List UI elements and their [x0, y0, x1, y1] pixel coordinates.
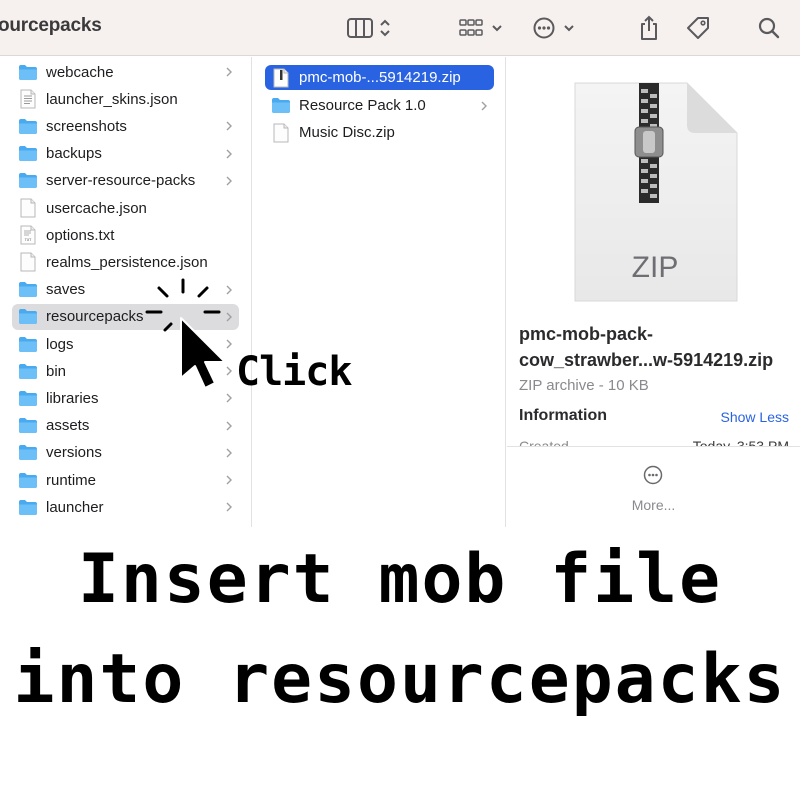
folder-icon [18, 497, 38, 517]
chevron-right-icon [225, 119, 233, 133]
sidebar-item-label: webcache [46, 63, 114, 81]
caption-line-2: into resourcepacks [13, 640, 787, 719]
content-item-pmc-mob-5914219-zip[interactable]: pmc-mob-...5914219.zip [265, 65, 494, 90]
svg-text:TXT: TXT [24, 238, 32, 242]
tag-icon [687, 17, 709, 39]
chevron-right-icon [225, 174, 233, 188]
more-button-label[interactable]: More... [507, 497, 800, 513]
preview-file-name-line2: cow_strawber...w-5914219.zip [519, 350, 774, 370]
zip-file-icon [271, 68, 291, 88]
folder-icon [18, 307, 38, 327]
preview-divider [507, 446, 800, 447]
sidebar-item-label: bin [46, 362, 67, 380]
folder-icon [271, 95, 291, 115]
preview-pane: ZIP pmc-mob-pack- cow_strawber...w-59142… [507, 57, 800, 527]
document-icon [18, 89, 38, 109]
folder-icon [18, 280, 38, 300]
document-icon [18, 252, 38, 272]
sidebar-item-label: screenshots [46, 117, 127, 135]
created-label: Created [519, 438, 569, 446]
sidebar-item-label: libraries [46, 389, 99, 407]
sidebar-item-label: realms_persistence.json [46, 253, 208, 271]
sidebar-item-server-resource-packs[interactable]: server-resource-packs [12, 168, 239, 194]
share-button[interactable] [634, 8, 664, 48]
sidebar-item-label: launcher [46, 498, 104, 516]
folder-icon [18, 470, 38, 490]
zip-file-icon: ZIP [574, 82, 738, 302]
window-title: ourcepacks [0, 15, 102, 36]
sidebar-item-label: versions [46, 444, 102, 462]
sidebar-item-runtime[interactable]: runtime [12, 467, 239, 493]
sidebar-item-label: launcher_skins.json [46, 90, 178, 108]
chevron-right-icon [225, 446, 233, 460]
content-column: pmc-mob-...5914219.zip Resource Pack 1.0 M… [253, 57, 506, 527]
chevron-right-icon [225, 65, 233, 79]
tag-button[interactable] [682, 8, 714, 48]
share-icon [641, 15, 657, 40]
sidebar-item-label: usercache.json [46, 199, 147, 217]
folder-icon [18, 62, 38, 82]
group-grid-icon [459, 19, 502, 36]
sidebar-item-backups[interactable]: backups [12, 141, 239, 167]
sidebar-item-label: saves [46, 281, 86, 299]
sidebar-item-label: server-resource-packs [46, 172, 196, 190]
information-heading: Information [519, 407, 607, 424]
caption-line-1: Insert mob file [77, 540, 723, 619]
click-label: Click [236, 349, 352, 395]
folder-icon [18, 361, 38, 381]
content-item-music-disc-zip[interactable]: Music Disc.zip [265, 120, 494, 145]
show-less-link[interactable]: Show Less [721, 409, 789, 425]
sidebar-item-versions[interactable]: versions [12, 440, 239, 466]
group-view-button[interactable] [456, 8, 506, 48]
chevron-right-icon [225, 473, 233, 487]
sidebar-item-label: options.txt [46, 226, 115, 244]
column-view-icon [347, 18, 390, 38]
folder-icon [18, 388, 38, 408]
document-icon [18, 198, 38, 218]
preview-file-name-line1: pmc-mob-pack- [519, 324, 654, 344]
search-icon [758, 17, 780, 39]
sidebar-item-screenshots[interactable]: screenshots [12, 113, 239, 139]
folder-icon [18, 443, 38, 463]
sidebar-item-label: backups [46, 145, 102, 163]
search-button[interactable] [754, 8, 784, 48]
sidebar-item-usercache-json[interactable]: usercache.json [12, 195, 239, 221]
folder-icon [18, 334, 38, 354]
sidebar-item-webcache[interactable]: webcache [12, 59, 239, 85]
chevron-right-icon [480, 99, 488, 113]
sidebar-item-launcher-skins-json[interactable]: launcher_skins.json [12, 86, 239, 112]
sidebar-item-label: logs [46, 335, 74, 353]
sidebar-item-label: runtime [46, 471, 97, 489]
document-icon [271, 123, 291, 143]
sidebar-item-label: resourcepacks [46, 308, 144, 326]
more-actions-icon [533, 17, 574, 39]
more-icon[interactable] [643, 465, 663, 485]
created-value: Today, 3:53 PM [692, 438, 789, 446]
content-item-label: Music Disc.zip [299, 124, 395, 141]
sidebar-item-label: assets [46, 417, 90, 435]
content-item-label: pmc-mob-...5914219.zip [299, 69, 461, 86]
zip-icon-label: ZIP [632, 251, 679, 284]
column-view-button[interactable] [344, 8, 396, 48]
more-actions-button[interactable] [530, 8, 580, 48]
preview-file-kind: ZIP archive - 10 KB [519, 377, 649, 394]
chevron-right-icon [225, 500, 233, 514]
content-item-label: Resource Pack 1.0 [299, 96, 426, 114]
toolbar: ourcepacks [0, 0, 800, 56]
chevron-right-icon [225, 419, 233, 433]
folder-icon [18, 171, 38, 191]
click-cursor-icon [145, 278, 226, 389]
sidebar-item-realms-persistence-json[interactable]: realms_persistence.json [12, 249, 239, 275]
sidebar-item-options-txt[interactable]: TXT options.txt [12, 222, 239, 248]
folder-icon [18, 416, 38, 436]
folder-icon [18, 144, 38, 164]
content-item-resource-pack-1-0[interactable]: Resource Pack 1.0 [265, 93, 494, 118]
preview-file-name: pmc-mob-pack- cow_strawber...w-5914219.z… [519, 321, 773, 373]
folder-icon [18, 116, 38, 136]
sidebar-item-assets[interactable]: assets [12, 413, 239, 439]
sidebar-item-launcher[interactable]: launcher [12, 494, 239, 520]
chevron-right-icon [225, 147, 233, 161]
document-icon: TXT [18, 225, 38, 245]
